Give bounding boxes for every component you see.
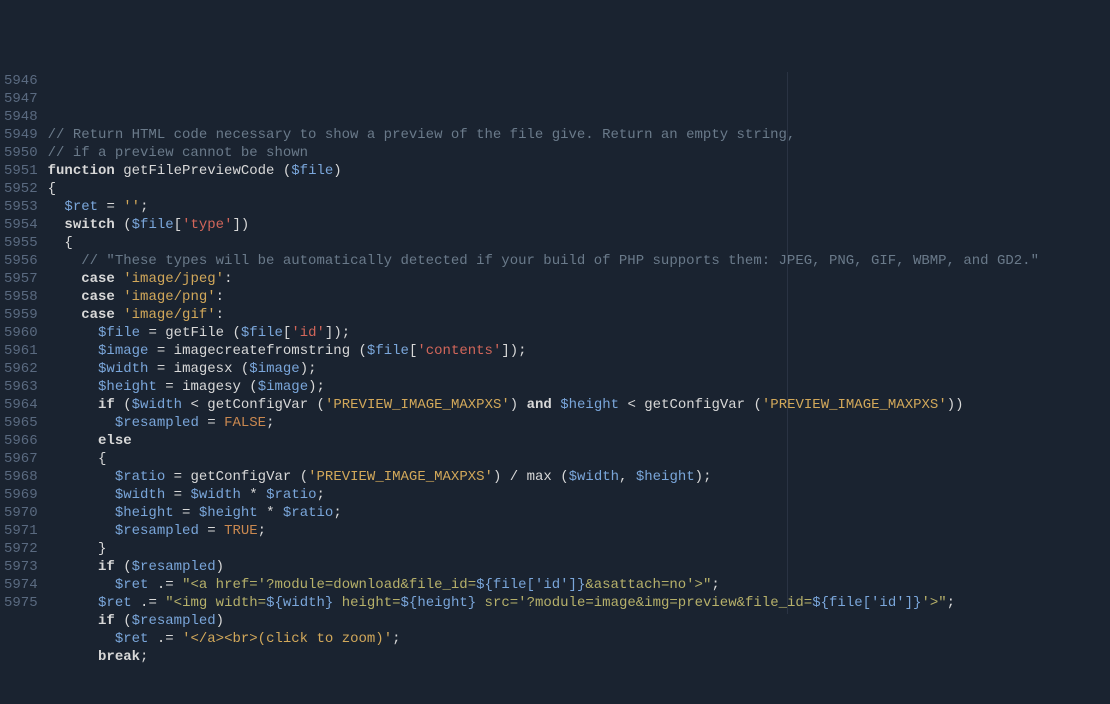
- line-number: 5968: [4, 468, 38, 486]
- code-line[interactable]: case 'image/png':: [48, 288, 1110, 306]
- code-line[interactable]: function getFilePreviewCode ($file): [48, 162, 1110, 180]
- line-number-gutter: 5946594759485949595059515952595359545955…: [0, 72, 46, 614]
- code-line[interactable]: {: [48, 234, 1110, 252]
- line-number: 5953: [4, 198, 38, 216]
- code-line[interactable]: $ratio = getConfigVar ('PREVIEW_IMAGE_MA…: [48, 468, 1110, 486]
- line-number: 5957: [4, 270, 38, 288]
- code-line[interactable]: else: [48, 432, 1110, 450]
- code-line[interactable]: {: [48, 180, 1110, 198]
- line-number: 5971: [4, 522, 38, 540]
- line-number: 5959: [4, 306, 38, 324]
- code-line[interactable]: $ret .= '</a><br>(click to zoom)';: [48, 630, 1110, 648]
- code-line[interactable]: // Return HTML code necessary to show a …: [48, 126, 1110, 144]
- line-number: 5964: [4, 396, 38, 414]
- code-line[interactable]: $resampled = FALSE;: [48, 414, 1110, 432]
- line-number: 5966: [4, 432, 38, 450]
- code-line[interactable]: case 'image/jpeg':: [48, 270, 1110, 288]
- line-number: 5950: [4, 144, 38, 162]
- line-number: 5958: [4, 288, 38, 306]
- line-number: 5975: [4, 594, 38, 612]
- code-editor[interactable]: 5946594759485949595059515952595359545955…: [0, 72, 1110, 614]
- line-number: 5956: [4, 252, 38, 270]
- line-number: 5961: [4, 342, 38, 360]
- line-number: 5965: [4, 414, 38, 432]
- line-number: 5948: [4, 108, 38, 126]
- code-line[interactable]: if ($resampled): [48, 558, 1110, 576]
- code-line[interactable]: $width = $width * $ratio;: [48, 486, 1110, 504]
- line-number: 5955: [4, 234, 38, 252]
- code-line[interactable]: switch ($file['type']): [48, 216, 1110, 234]
- code-line[interactable]: if ($resampled): [48, 612, 1110, 630]
- line-number: 5952: [4, 180, 38, 198]
- code-line[interactable]: // "These types will be automatically de…: [48, 252, 1110, 270]
- line-number: 5967: [4, 450, 38, 468]
- code-line[interactable]: $image = imagecreatefromstring ($file['c…: [48, 342, 1110, 360]
- line-number: 5970: [4, 504, 38, 522]
- code-line[interactable]: $height = $height * $ratio;: [48, 504, 1110, 522]
- code-line[interactable]: $ret .= "<a href='?module=download&file_…: [48, 576, 1110, 594]
- line-number: 5972: [4, 540, 38, 558]
- code-line[interactable]: {: [48, 450, 1110, 468]
- line-number: 5974: [4, 576, 38, 594]
- code-line[interactable]: break;: [48, 648, 1110, 666]
- line-number: 5963: [4, 378, 38, 396]
- code-line[interactable]: $ret .= "<img width=${width} height=${he…: [48, 594, 1110, 612]
- line-number: 5951: [4, 162, 38, 180]
- code-line[interactable]: case 'image/gif':: [48, 306, 1110, 324]
- code-line[interactable]: $height = imagesy ($image);: [48, 378, 1110, 396]
- code-line[interactable]: // if a preview cannot be shown: [48, 144, 1110, 162]
- line-number: 5954: [4, 216, 38, 234]
- code-area[interactable]: // Return HTML code necessary to show a …: [46, 72, 1110, 614]
- code-line[interactable]: }: [48, 540, 1110, 558]
- line-number: 5946: [4, 72, 38, 90]
- code-line[interactable]: $resampled = TRUE;: [48, 522, 1110, 540]
- column-ruler: [787, 72, 788, 614]
- line-number: 5962: [4, 360, 38, 378]
- line-number: 5969: [4, 486, 38, 504]
- code-line[interactable]: if ($width < getConfigVar ('PREVIEW_IMAG…: [48, 396, 1110, 414]
- line-number: 5947: [4, 90, 38, 108]
- code-line[interactable]: $file = getFile ($file['id']);: [48, 324, 1110, 342]
- line-number: 5960: [4, 324, 38, 342]
- line-number: 5949: [4, 126, 38, 144]
- code-line[interactable]: $ret = '';: [48, 198, 1110, 216]
- line-number: 5973: [4, 558, 38, 576]
- code-line[interactable]: $width = imagesx ($image);: [48, 360, 1110, 378]
